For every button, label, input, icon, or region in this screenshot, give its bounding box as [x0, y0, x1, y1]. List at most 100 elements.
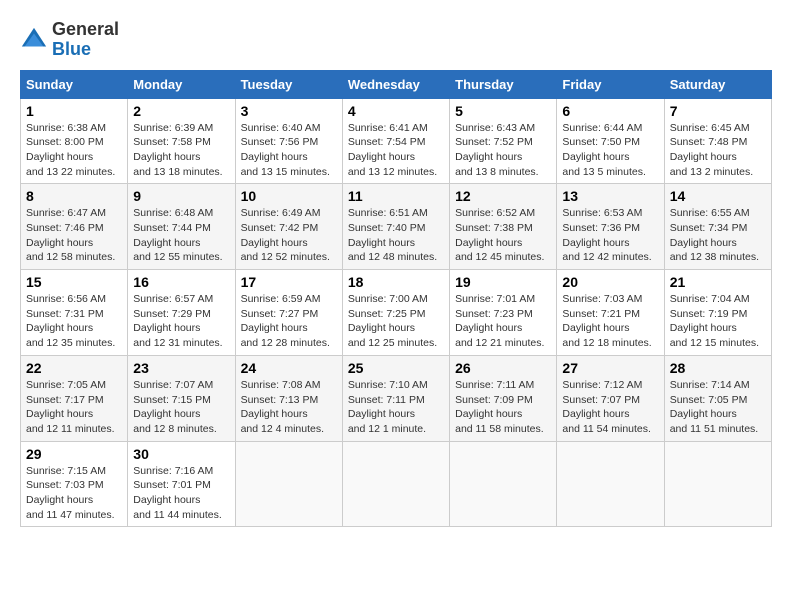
day-number: 8 — [26, 188, 122, 204]
calendar-cell — [664, 441, 771, 527]
col-tuesday: Tuesday — [235, 70, 342, 98]
day-number: 13 — [562, 188, 658, 204]
day-number: 21 — [670, 274, 766, 290]
day-number: 11 — [348, 188, 444, 204]
day-detail: Sunrise: 6:51 AM Sunset: 7:40 PM Dayligh… — [348, 206, 444, 265]
day-number: 9 — [133, 188, 229, 204]
calendar-week-row: 15 Sunrise: 6:56 AM Sunset: 7:31 PM Dayl… — [21, 270, 772, 356]
calendar-cell: 25 Sunrise: 7:10 AM Sunset: 7:11 PM Dayl… — [342, 355, 449, 441]
day-number: 24 — [241, 360, 337, 376]
logo-line1: General — [52, 20, 119, 40]
calendar-cell: 13 Sunrise: 6:53 AM Sunset: 7:36 PM Dayl… — [557, 184, 664, 270]
day-detail: Sunrise: 6:38 AM Sunset: 8:00 PM Dayligh… — [26, 121, 122, 180]
logo-line2: Blue — [52, 40, 119, 60]
day-detail: Sunrise: 7:15 AM Sunset: 7:03 PM Dayligh… — [26, 464, 122, 523]
logo: General Blue — [20, 20, 119, 60]
day-number: 22 — [26, 360, 122, 376]
day-number: 10 — [241, 188, 337, 204]
day-number: 1 — [26, 103, 122, 119]
calendar-cell: 5 Sunrise: 6:43 AM Sunset: 7:52 PM Dayli… — [450, 98, 557, 184]
calendar-week-row: 22 Sunrise: 7:05 AM Sunset: 7:17 PM Dayl… — [21, 355, 772, 441]
calendar-cell: 15 Sunrise: 6:56 AM Sunset: 7:31 PM Dayl… — [21, 270, 128, 356]
calendar-week-row: 29 Sunrise: 7:15 AM Sunset: 7:03 PM Dayl… — [21, 441, 772, 527]
day-detail: Sunrise: 7:07 AM Sunset: 7:15 PM Dayligh… — [133, 378, 229, 437]
day-detail: Sunrise: 7:11 AM Sunset: 7:09 PM Dayligh… — [455, 378, 551, 437]
day-number: 25 — [348, 360, 444, 376]
day-detail: Sunrise: 7:04 AM Sunset: 7:19 PM Dayligh… — [670, 292, 766, 351]
day-number: 27 — [562, 360, 658, 376]
col-sunday: Sunday — [21, 70, 128, 98]
day-number: 28 — [670, 360, 766, 376]
calendar-cell — [450, 441, 557, 527]
calendar-cell: 17 Sunrise: 6:59 AM Sunset: 7:27 PM Dayl… — [235, 270, 342, 356]
calendar-cell: 28 Sunrise: 7:14 AM Sunset: 7:05 PM Dayl… — [664, 355, 771, 441]
day-number: 15 — [26, 274, 122, 290]
calendar-cell: 19 Sunrise: 7:01 AM Sunset: 7:23 PM Dayl… — [450, 270, 557, 356]
day-detail: Sunrise: 6:48 AM Sunset: 7:44 PM Dayligh… — [133, 206, 229, 265]
day-detail: Sunrise: 7:03 AM Sunset: 7:21 PM Dayligh… — [562, 292, 658, 351]
day-detail: Sunrise: 7:05 AM Sunset: 7:17 PM Dayligh… — [26, 378, 122, 437]
calendar-cell: 8 Sunrise: 6:47 AM Sunset: 7:46 PM Dayli… — [21, 184, 128, 270]
day-number: 18 — [348, 274, 444, 290]
calendar-cell: 18 Sunrise: 7:00 AM Sunset: 7:25 PM Dayl… — [342, 270, 449, 356]
calendar-cell: 4 Sunrise: 6:41 AM Sunset: 7:54 PM Dayli… — [342, 98, 449, 184]
day-detail: Sunrise: 6:41 AM Sunset: 7:54 PM Dayligh… — [348, 121, 444, 180]
day-number: 14 — [670, 188, 766, 204]
calendar-cell: 30 Sunrise: 7:16 AM Sunset: 7:01 PM Dayl… — [128, 441, 235, 527]
day-detail: Sunrise: 7:08 AM Sunset: 7:13 PM Dayligh… — [241, 378, 337, 437]
day-detail: Sunrise: 7:01 AM Sunset: 7:23 PM Dayligh… — [455, 292, 551, 351]
day-number: 7 — [670, 103, 766, 119]
day-number: 5 — [455, 103, 551, 119]
day-detail: Sunrise: 6:44 AM Sunset: 7:50 PM Dayligh… — [562, 121, 658, 180]
calendar-cell: 9 Sunrise: 6:48 AM Sunset: 7:44 PM Dayli… — [128, 184, 235, 270]
day-detail: Sunrise: 6:56 AM Sunset: 7:31 PM Dayligh… — [26, 292, 122, 351]
col-saturday: Saturday — [664, 70, 771, 98]
day-number: 4 — [348, 103, 444, 119]
day-detail: Sunrise: 6:59 AM Sunset: 7:27 PM Dayligh… — [241, 292, 337, 351]
day-number: 19 — [455, 274, 551, 290]
day-detail: Sunrise: 7:12 AM Sunset: 7:07 PM Dayligh… — [562, 378, 658, 437]
calendar-table: Sunday Monday Tuesday Wednesday Thursday… — [20, 70, 772, 528]
calendar-week-row: 8 Sunrise: 6:47 AM Sunset: 7:46 PM Dayli… — [21, 184, 772, 270]
calendar-cell: 2 Sunrise: 6:39 AM Sunset: 7:58 PM Dayli… — [128, 98, 235, 184]
day-detail: Sunrise: 6:39 AM Sunset: 7:58 PM Dayligh… — [133, 121, 229, 180]
calendar-cell: 7 Sunrise: 6:45 AM Sunset: 7:48 PM Dayli… — [664, 98, 771, 184]
day-detail: Sunrise: 6:40 AM Sunset: 7:56 PM Dayligh… — [241, 121, 337, 180]
calendar-week-row: 1 Sunrise: 6:38 AM Sunset: 8:00 PM Dayli… — [21, 98, 772, 184]
calendar-cell — [235, 441, 342, 527]
day-detail: Sunrise: 7:16 AM Sunset: 7:01 PM Dayligh… — [133, 464, 229, 523]
calendar-cell: 21 Sunrise: 7:04 AM Sunset: 7:19 PM Dayl… — [664, 270, 771, 356]
day-number: 26 — [455, 360, 551, 376]
day-detail: Sunrise: 6:57 AM Sunset: 7:29 PM Dayligh… — [133, 292, 229, 351]
calendar-cell: 3 Sunrise: 6:40 AM Sunset: 7:56 PM Dayli… — [235, 98, 342, 184]
calendar-cell: 1 Sunrise: 6:38 AM Sunset: 8:00 PM Dayli… — [21, 98, 128, 184]
calendar-cell: 10 Sunrise: 6:49 AM Sunset: 7:42 PM Dayl… — [235, 184, 342, 270]
day-detail: Sunrise: 6:49 AM Sunset: 7:42 PM Dayligh… — [241, 206, 337, 265]
day-number: 30 — [133, 446, 229, 462]
calendar-header-row: Sunday Monday Tuesday Wednesday Thursday… — [21, 70, 772, 98]
day-detail: Sunrise: 6:47 AM Sunset: 7:46 PM Dayligh… — [26, 206, 122, 265]
header: General Blue — [20, 20, 772, 60]
calendar-cell — [557, 441, 664, 527]
day-number: 2 — [133, 103, 229, 119]
calendar-cell: 22 Sunrise: 7:05 AM Sunset: 7:17 PM Dayl… — [21, 355, 128, 441]
calendar-cell: 29 Sunrise: 7:15 AM Sunset: 7:03 PM Dayl… — [21, 441, 128, 527]
day-detail: Sunrise: 6:55 AM Sunset: 7:34 PM Dayligh… — [670, 206, 766, 265]
calendar-cell: 12 Sunrise: 6:52 AM Sunset: 7:38 PM Dayl… — [450, 184, 557, 270]
day-detail: Sunrise: 7:14 AM Sunset: 7:05 PM Dayligh… — [670, 378, 766, 437]
calendar-cell: 20 Sunrise: 7:03 AM Sunset: 7:21 PM Dayl… — [557, 270, 664, 356]
day-detail: Sunrise: 7:10 AM Sunset: 7:11 PM Dayligh… — [348, 378, 444, 437]
day-number: 6 — [562, 103, 658, 119]
calendar-cell: 24 Sunrise: 7:08 AM Sunset: 7:13 PM Dayl… — [235, 355, 342, 441]
day-number: 16 — [133, 274, 229, 290]
calendar-cell: 11 Sunrise: 6:51 AM Sunset: 7:40 PM Dayl… — [342, 184, 449, 270]
day-detail: Sunrise: 7:00 AM Sunset: 7:25 PM Dayligh… — [348, 292, 444, 351]
day-detail: Sunrise: 6:52 AM Sunset: 7:38 PM Dayligh… — [455, 206, 551, 265]
calendar-cell: 14 Sunrise: 6:55 AM Sunset: 7:34 PM Dayl… — [664, 184, 771, 270]
day-number: 29 — [26, 446, 122, 462]
day-detail: Sunrise: 6:45 AM Sunset: 7:48 PM Dayligh… — [670, 121, 766, 180]
day-number: 17 — [241, 274, 337, 290]
calendar-cell: 16 Sunrise: 6:57 AM Sunset: 7:29 PM Dayl… — [128, 270, 235, 356]
col-friday: Friday — [557, 70, 664, 98]
col-monday: Monday — [128, 70, 235, 98]
